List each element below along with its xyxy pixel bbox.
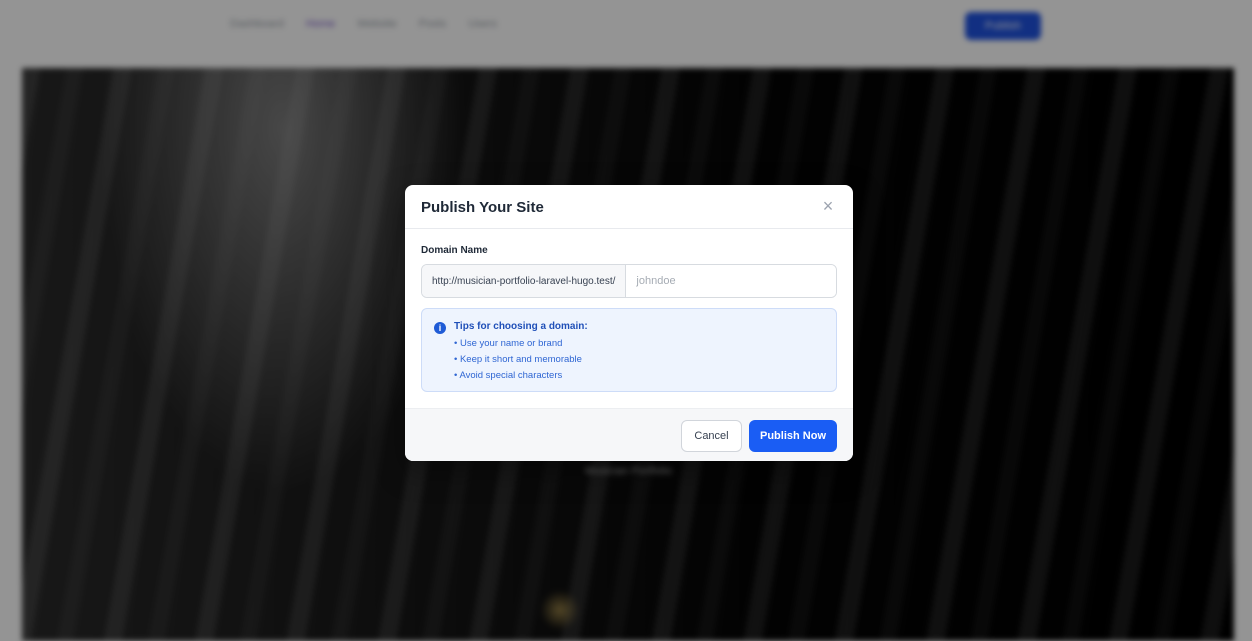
modal-body: Domain Name http://musician-portfolio-la… — [405, 229, 853, 392]
tip-item: • Keep it short and memorable — [454, 354, 582, 365]
domain-input[interactable] — [626, 265, 836, 297]
info-icon: i — [434, 322, 446, 334]
cancel-button[interactable]: Cancel — [681, 420, 742, 452]
domain-input-group: http://musician-portfolio-laravel-hugo.t… — [421, 264, 837, 298]
publish-modal: Publish Your Site × Domain Name http://m… — [405, 185, 853, 461]
tips-content: Tips for choosing a domain: • Use your n… — [454, 321, 588, 391]
publish-now-button[interactable]: Publish Now — [749, 420, 837, 452]
close-icon[interactable]: × — [819, 197, 837, 215]
modal-footer: Cancel Publish Now — [405, 408, 853, 461]
modal-title: Publish Your Site — [421, 199, 544, 216]
modal-header: Publish Your Site × — [405, 185, 853, 229]
tips-list: • Use your name or brand • Keep it short… — [454, 336, 588, 384]
domain-prefix: http://musician-portfolio-laravel-hugo.t… — [422, 265, 627, 297]
tip-item: • Avoid special characters — [454, 370, 563, 381]
tips-title: Tips for choosing a domain: — [454, 321, 588, 332]
domain-tips-box: i Tips for choosing a domain: • Use your… — [421, 308, 837, 392]
domain-name-label: Domain Name — [421, 245, 488, 256]
tip-item: • Use your name or brand — [454, 338, 563, 349]
